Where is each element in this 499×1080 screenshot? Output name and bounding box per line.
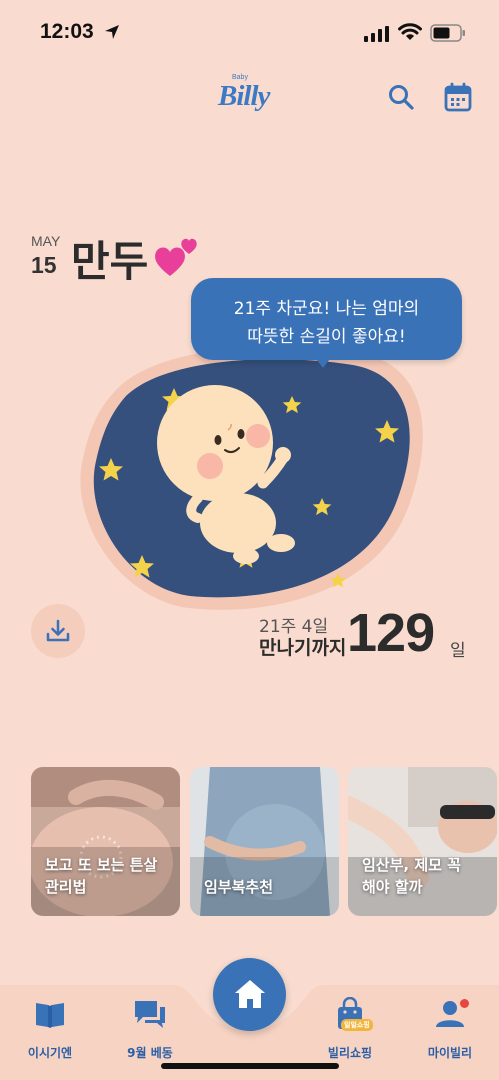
billy-logo: Baby Billy <box>218 74 284 122</box>
baby-illustration <box>80 346 423 610</box>
nav-item-my[interactable]: 마이빌리 <box>405 997 495 1060</box>
home-icon <box>235 980 265 1008</box>
days-unit: 일 <box>450 641 466 661</box>
calendar-icon[interactable] <box>444 82 472 112</box>
baby-name[interactable]: 만두 <box>71 228 148 289</box>
download-icon <box>46 619 70 642</box>
article-card-maternity-wear[interactable]: 임부복추천 <box>190 767 339 916</box>
nav-label-my: 마이빌리 <box>427 1046 473 1060</box>
cellular-signal-icon <box>364 26 389 42</box>
countdown-label: 만나기까지 <box>259 637 347 659</box>
battery-icon <box>430 24 465 42</box>
nav-label-diary: 이시기엔 <box>27 1046 73 1060</box>
logo-text: Billy <box>218 80 270 112</box>
search-icon[interactable] <box>387 83 415 111</box>
article-card-stretch-marks[interactable]: 보고 또 보는 튼살 관리법 <box>31 767 180 916</box>
open-book-icon <box>36 1003 64 1028</box>
card-title: 임부복추천 <box>204 878 274 896</box>
chat-bubbles-icon <box>135 1001 165 1028</box>
article-card-hair-removal[interactable]: 임산부, 제모 꼭 해야 할까 <box>348 767 497 916</box>
date-month: MAY <box>31 233 61 249</box>
card-title: 임산부, 제모 꼭 해야 할까 <box>362 856 461 896</box>
home-button[interactable] <box>213 958 286 1031</box>
status-bar: 12:03 <box>0 0 499 64</box>
download-button[interactable] <box>31 604 85 658</box>
speech-line-1: 21주 차군요! 나는 엄마의 <box>233 299 420 319</box>
date-day: 15 <box>31 252 57 278</box>
speech-line-2: 따뜻한 손길이 좋아요! <box>247 327 406 347</box>
speech-bubble-tail <box>313 355 333 368</box>
notification-dot <box>460 999 469 1008</box>
nav-item-shop[interactable]: 일일쇼핑 빌리쇼핑 <box>305 997 395 1060</box>
days-remaining: 129 <box>347 603 435 663</box>
speech-bubble: 21주 차군요! 나는 엄마의 따뜻한 손길이 좋아요! <box>191 278 462 360</box>
wifi-icon <box>398 23 422 40</box>
nav-item-delivery[interactable]: 9월 베동 <box>105 997 195 1060</box>
status-time: 12:03 <box>40 20 94 43</box>
nav-item-diary[interactable]: 이시기엔 <box>5 997 95 1060</box>
home-indicator <box>161 1063 339 1069</box>
nav-label-shop: 빌리쇼핑 <box>327 1046 373 1060</box>
shop-badge: 일일쇼핑 <box>341 1019 373 1031</box>
nav-label-delivery: 9월 베동 <box>127 1046 173 1060</box>
location-arrow-icon <box>105 25 119 39</box>
card-title: 보고 또 보는 튼살 관리법 <box>45 856 158 896</box>
two-hearts-icon <box>155 238 197 276</box>
